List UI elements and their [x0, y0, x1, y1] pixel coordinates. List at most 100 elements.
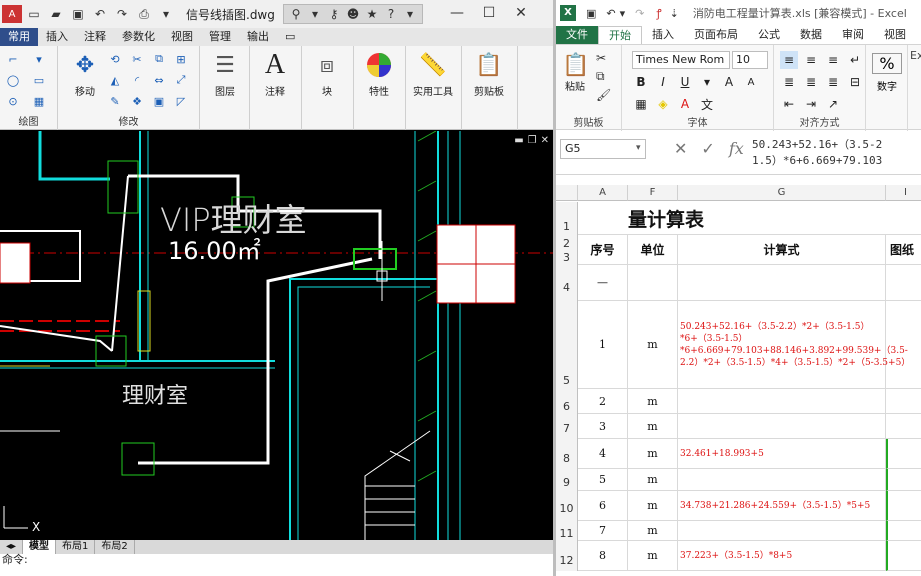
close-icon[interactable]: ✕ — [505, 2, 537, 24]
viewport-restore-icon[interactable]: ❐ — [528, 135, 537, 146]
unit-cell[interactable]: m — [628, 521, 678, 541]
drawing-cell[interactable] — [886, 439, 921, 469]
erase-icon[interactable]: ✎ — [106, 92, 124, 110]
fillet-icon[interactable]: ◜ — [128, 71, 146, 89]
sheet-title[interactable]: 量计算表 — [578, 202, 921, 235]
cancel-icon[interactable]: ✕ — [674, 139, 687, 158]
increase-indent-icon[interactable]: ⇥ — [802, 95, 820, 113]
column-header-a[interactable]: A — [578, 185, 628, 201]
explode-icon[interactable]: ❖ — [128, 92, 146, 110]
app-icon[interactable]: A — [2, 5, 22, 23]
tab-insert[interactable]: 插入 — [642, 26, 684, 44]
bold-icon[interactable]: B — [632, 73, 650, 91]
tab-home[interactable]: 开始 — [598, 26, 642, 44]
header-unit[interactable]: 单位 — [628, 235, 678, 265]
seq-cell[interactable]: 6 — [578, 491, 628, 521]
excel-redo-icon[interactable]: ↷ — [635, 7, 644, 20]
row-header[interactable]: 5 — [556, 301, 578, 389]
seq-cell[interactable]: 1 — [578, 301, 628, 389]
undo-icon[interactable]: ↶ — [90, 5, 110, 23]
viewport-close-icon[interactable]: ✕ — [541, 135, 549, 146]
row-header[interactable]: 1 — [556, 202, 578, 235]
properties-button[interactable]: 特性 — [354, 50, 404, 98]
align-bottom-icon[interactable]: ≡ — [824, 51, 842, 69]
print-icon[interactable]: ⎙ — [134, 5, 154, 23]
search-dropdown-icon[interactable]: ▾ — [306, 7, 324, 21]
font-name-select[interactable]: Times New Rom — [632, 51, 730, 69]
rectangle-icon[interactable]: ▭ — [30, 71, 48, 89]
row-header[interactable]: 6 — [556, 389, 578, 414]
align-top-icon[interactable]: ≡ — [780, 51, 798, 69]
seq-cell[interactable]: 5 — [578, 469, 628, 491]
tab-model[interactable]: 模型 — [23, 540, 57, 554]
seq-cell[interactable]: 2 — [578, 389, 628, 414]
orientation-icon[interactable]: ↗ — [824, 95, 842, 113]
draw-dropdown-icon[interactable]: ▾ — [30, 50, 48, 68]
tab-parametric[interactable]: 参数化 — [114, 28, 163, 46]
tab-data[interactable]: 数据 — [790, 26, 832, 44]
move-button[interactable]: ✥ 移动 — [60, 50, 110, 99]
header-drawing[interactable]: 图纸 — [886, 235, 921, 265]
row-header[interactable]: 11 — [556, 521, 578, 541]
tab-output[interactable]: 输出 — [239, 28, 277, 46]
enter-icon[interactable]: ✓ — [701, 139, 714, 158]
tab-layout1[interactable]: 布局1 — [56, 540, 96, 554]
seq-cell[interactable]: 7 — [578, 521, 628, 541]
drawing-cell[interactable] — [886, 265, 921, 301]
tab-formulas[interactable]: 公式 — [748, 26, 790, 44]
tab-manage[interactable]: 管理 — [201, 28, 239, 46]
user-icon[interactable]: ☻ — [344, 7, 362, 21]
clipboard-button[interactable]: 📋 剪贴板 — [464, 50, 514, 99]
dropdown-icon[interactable]: ▾ — [156, 5, 176, 23]
unit-cell[interactable]: m — [628, 469, 678, 491]
tab-home[interactable]: 常用 — [0, 28, 38, 46]
calc-cell[interactable]: 37.223+（3.5-1.5）*8+5 — [678, 541, 886, 571]
paste-button[interactable]: 📋 粘贴 — [562, 53, 589, 93]
trim-icon[interactable]: ✂ — [128, 50, 146, 68]
circle-icon[interactable]: ◯ — [4, 71, 22, 89]
number-format-button[interactable]: % 数字 — [872, 53, 902, 93]
drawing-cell[interactable] — [886, 414, 921, 439]
calc-cell[interactable]: 50.243+52.16+（3.5-2.2）*2+（3.5-1.5）*6+（3.… — [678, 301, 910, 389]
unit-cell[interactable]: m — [628, 414, 678, 439]
align-right-icon[interactable]: ≣ — [824, 73, 842, 91]
key-icon[interactable]: ⚷ — [325, 7, 343, 21]
redo-icon[interactable]: ↷ — [112, 5, 132, 23]
tab-insert[interactable]: 插入 — [38, 28, 76, 46]
tab-page-layout[interactable]: 页面布局 — [684, 26, 748, 44]
namebox-dropdown-icon[interactable]: ▾ — [636, 143, 641, 153]
annotation-button[interactable]: A 注释 — [250, 49, 300, 98]
calc-cell[interactable] — [678, 265, 886, 301]
column-header-f[interactable]: F — [628, 185, 678, 201]
merge-center-icon[interactable]: ⊟ — [846, 73, 864, 91]
block-button[interactable]: ⧈ 块 — [302, 50, 352, 99]
tab-nav-arrows[interactable]: ◂▸ — [0, 540, 24, 554]
shrink-font-icon[interactable]: A — [742, 73, 760, 91]
drawing-cell[interactable] — [886, 491, 921, 521]
open-folder-icon[interactable]: ▰ — [46, 5, 66, 23]
minimize-icon[interactable]: — — [441, 2, 473, 24]
drawing-viewport[interactable]: X VIP理财室 16.00㎡ 理财室 ▬ ❐ ✕ — [0, 131, 553, 540]
row-header[interactable]: 8 — [556, 439, 578, 469]
binoculars-icon[interactable]: ⚲ — [287, 7, 305, 21]
scale-icon[interactable]: ⤢ — [172, 71, 190, 89]
unit-cell[interactable]: m — [628, 439, 678, 469]
underline-dropdown-icon[interactable]: ▾ — [698, 73, 716, 91]
copy-icon[interactable]: ⧉ — [596, 69, 611, 84]
tab-view[interactable]: 视图 — [163, 28, 201, 46]
font-size-select[interactable]: 10 — [732, 51, 768, 69]
unit-cell[interactable]: m — [628, 491, 678, 521]
polyline-icon[interactable]: ⌐ — [4, 50, 22, 68]
hatch-icon[interactable]: ▦ — [30, 92, 48, 110]
calc-cell[interactable]: 32.461+18.993+5 — [678, 439, 886, 469]
align-left-icon[interactable]: ≣ — [780, 73, 798, 91]
stretch-icon[interactable]: ⇔ — [150, 71, 168, 89]
wrap-text-icon[interactable]: ↵ — [846, 51, 864, 69]
unit-cell[interactable] — [628, 265, 678, 301]
tab-file[interactable]: 文件 — [556, 26, 598, 44]
command-line[interactable]: 命令: — [0, 554, 553, 576]
align-center-icon[interactable]: ≣ — [802, 73, 820, 91]
italic-icon[interactable]: I — [654, 73, 672, 91]
format-painter-icon[interactable]: 🖌 — [596, 88, 611, 102]
drawing-cell[interactable] — [886, 389, 921, 414]
